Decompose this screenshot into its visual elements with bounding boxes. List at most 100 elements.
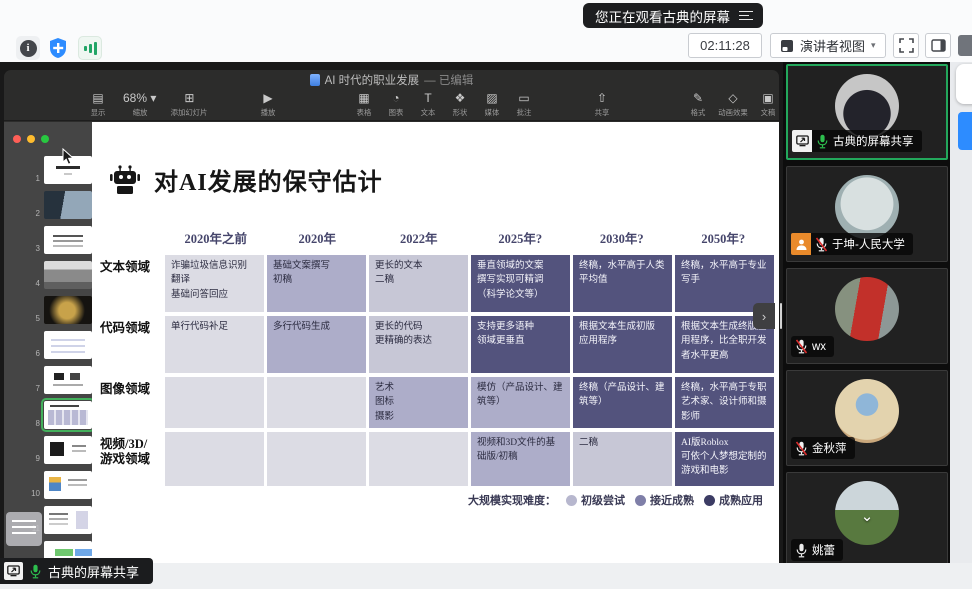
- participant-name-row: 古典的屏幕共享: [792, 130, 922, 152]
- encryption-shield-icon[interactable]: [46, 36, 70, 60]
- meeting-window: i 您正在观看古典的屏幕 02:11:28 演讲者视图 ▾: [0, 0, 972, 589]
- slide-number: 3: [26, 244, 40, 253]
- toolbar-item: ▭ 批注: [512, 91, 536, 118]
- row-label: 文本领域: [100, 255, 165, 312]
- cropped-blue-button[interactable]: [958, 112, 972, 150]
- table-cell: 终稿（产品设计、建筑等）: [573, 377, 672, 428]
- table-cell: [369, 432, 468, 486]
- table-cell: 模仿（产品设计、建筑等）: [471, 377, 570, 428]
- network-stats-icon[interactable]: [78, 36, 102, 60]
- keynote-titlebar: AI 时代的职业发展 — 已编辑: [4, 70, 779, 90]
- robot-icon: [108, 164, 142, 196]
- toolbar-item: ◇ 动画效果: [717, 91, 749, 118]
- mute-slash: [795, 441, 808, 456]
- toolbar-item-icon: ▤: [92, 91, 103, 106]
- slide-title: 对AI发展的保守估计: [154, 162, 383, 197]
- participant-name: 金秋萍: [812, 440, 847, 456]
- toolbar-item-label: 格式: [691, 107, 706, 117]
- toolbar-item: ▶ 播放: [256, 91, 280, 118]
- toolbar-item: 68% ▾ 缩放: [123, 91, 156, 118]
- toolbar-item: ✎ 格式: [686, 91, 710, 118]
- toolbar-item-label: 添加幻灯片: [171, 107, 208, 117]
- toolbar-item-icon: ▦: [358, 91, 369, 106]
- toolbar-item: ▨ 媒体: [480, 91, 504, 118]
- table-cell: 基础文案撰写 初稿: [267, 255, 366, 312]
- legend-dot: [566, 495, 577, 506]
- view-selector-button[interactable]: 演讲者视图 ▾: [770, 33, 886, 58]
- table-row: 代码领域 单行代码补足多行代码生成更长的代码 更精确的表达支持更多语种 领域更垂…: [100, 316, 774, 373]
- mic-icon: [795, 543, 808, 558]
- toolbar-item-label: 播放: [261, 107, 276, 117]
- table-cell: 终稿，水平高于专职艺术家、设计师和摄影师: [675, 377, 774, 428]
- table-cell: 终稿，水平高于人类平均值: [573, 255, 672, 312]
- toolbar-item-icon: ▣: [762, 91, 773, 106]
- cropped-toolbar-button[interactable]: [958, 35, 972, 56]
- toolbar-item-label: 文稿: [761, 107, 776, 117]
- toolbar-item-icon: ▭: [518, 91, 529, 106]
- meeting-info-icon[interactable]: i: [16, 36, 40, 60]
- banner-menu-icon[interactable]: [739, 11, 753, 21]
- slide-number: 1: [26, 174, 40, 183]
- year-column-header: 2020年: [267, 228, 369, 247]
- toolbar-item-label: 共享: [595, 107, 610, 117]
- screen-share-status-label: 古典的屏幕共享: [0, 558, 153, 584]
- legend-item-label: 接近成熟: [650, 492, 694, 508]
- toolbar-item: ◔ 图表: [384, 91, 408, 118]
- mic-icon: [815, 237, 828, 252]
- year-column-header: 2030年?: [571, 228, 673, 247]
- toolbar-item-icon: T: [424, 91, 431, 106]
- toolbar-item-label: 图表: [389, 107, 404, 117]
- participant-tile[interactable]: ⌄: [786, 268, 948, 364]
- side-panel-toggle-button[interactable]: [925, 33, 951, 58]
- participant-tile[interactable]: ⌄: [786, 166, 948, 262]
- mute-slash: [795, 339, 808, 354]
- participant-name-row: 姚蕾: [791, 539, 843, 561]
- slide-number: 4: [26, 279, 40, 288]
- legend-item-label: 初级尝试: [581, 492, 625, 508]
- participant-tile[interactable]: ⌄: [786, 64, 948, 160]
- difficulty-legend: 大规模实现难度： 初级尝试 接近成熟 成熟应用: [468, 492, 763, 508]
- toolbar-item-icon: ✎: [693, 91, 703, 106]
- slide-thumbnail: [44, 261, 92, 289]
- table-cell: 诈骗垃圾信息识别 翻译 基础问答回应: [165, 255, 264, 312]
- participant-tile[interactable]: ⌄: [786, 472, 948, 568]
- toolbar-item: T 文本: [416, 91, 440, 118]
- window-title-suffix: — 已编辑: [424, 72, 473, 88]
- participant-tile[interactable]: ⌄: [786, 370, 948, 466]
- toolbar-item-label: 形状: [453, 107, 468, 117]
- table-cell: 视频和3D文件的基础版/初稿: [471, 432, 570, 486]
- slide-number: 5: [26, 314, 40, 323]
- shared-screen-view: AI 时代的职业发展 — 已编辑 ▤ 显示 68% ▾ 缩放 ⊞ 添加幻灯片 ▶: [0, 62, 783, 563]
- mic-icon: [816, 134, 829, 149]
- table-cell: 更长的代码 更精确的表达: [369, 316, 468, 373]
- mouse-cursor: [62, 148, 75, 166]
- collapse-panel-chevron[interactable]: ›: [753, 303, 775, 329]
- watching-banner-text: 您正在观看古典的屏幕: [595, 6, 730, 26]
- toolbar-item-icon: ⇧: [597, 91, 607, 106]
- fullscreen-button[interactable]: [893, 33, 919, 58]
- side-panel-icon: [931, 39, 946, 52]
- table-cell: 根据文本生成初版 应用程序: [573, 316, 672, 373]
- toolbar-item-label: 显示: [91, 107, 106, 117]
- avatar: [835, 74, 899, 138]
- scroll-more-chevron-icon[interactable]: ⌄: [861, 507, 874, 525]
- slide-thumbnail: [44, 296, 92, 324]
- slide-thumbnail: [44, 331, 92, 359]
- legend-item: 接近成熟: [635, 492, 694, 508]
- toolbar-item-icon: ⊞: [184, 91, 194, 106]
- slide-thumbnail: [44, 436, 92, 464]
- avatar: [835, 277, 899, 341]
- watching-banner: 您正在观看古典的屏幕: [583, 3, 763, 28]
- participant-badge-icon: [791, 233, 811, 255]
- cropped-floating-button[interactable]: [956, 64, 972, 104]
- toolbar-item-label: 动画效果: [718, 107, 747, 117]
- toolbar-item-icon: ◇: [728, 91, 737, 106]
- slide-thumbnail: [44, 226, 92, 254]
- row-label: 图像领域: [100, 377, 165, 428]
- slide-number: 10: [26, 489, 40, 498]
- view-selector-label: 演讲者视图: [800, 36, 865, 55]
- speaker-view-icon: [780, 39, 794, 53]
- legend-item: 初级尝试: [566, 492, 625, 508]
- participant-name: 姚蕾: [812, 542, 835, 558]
- row-label: 视频/3D/ 游戏领域: [100, 432, 165, 486]
